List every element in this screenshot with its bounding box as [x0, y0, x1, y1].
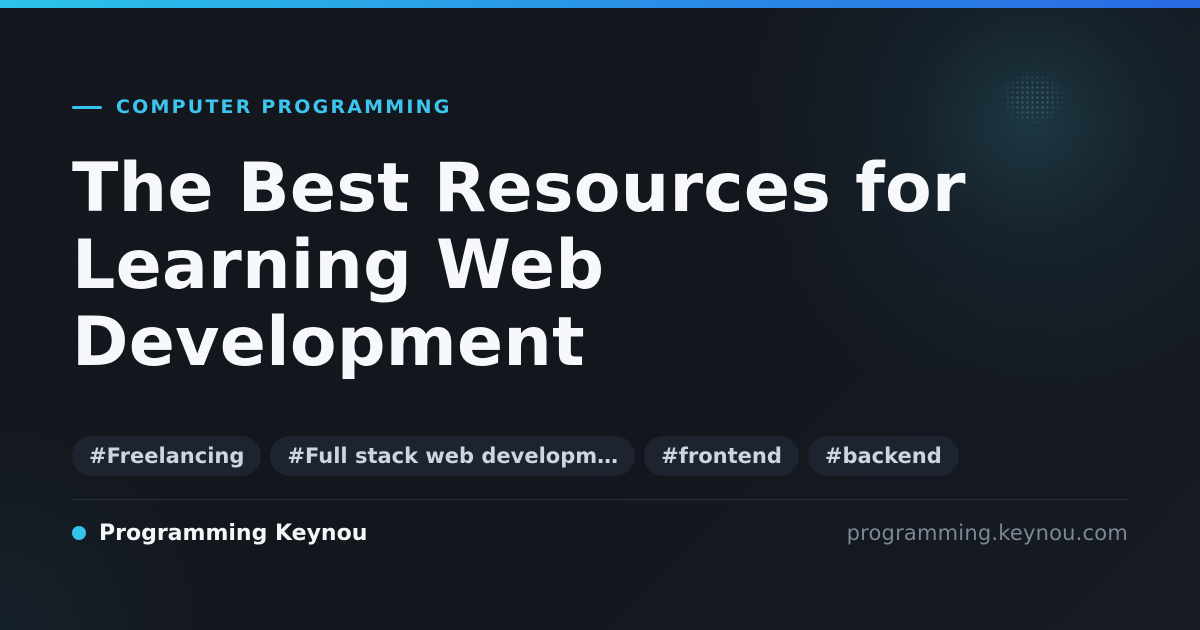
accent-dash-icon [72, 105, 102, 109]
tag-list: #Freelancing #Full stack web developm… #… [72, 436, 959, 476]
accent-top-bar [0, 0, 1200, 8]
title-line-3: Development [72, 303, 585, 382]
tag-frontend[interactable]: #frontend [644, 436, 799, 476]
brand-name: Programming Keynou [99, 520, 368, 546]
category-label: COMPUTER PROGRAMMING [116, 96, 452, 118]
footer-divider [72, 499, 1129, 500]
tag-freelancing[interactable]: #Freelancing [72, 436, 262, 476]
page-title: The Best Resources for Learning Web Develo… [72, 150, 1082, 381]
title-line-2: Learning Web [72, 226, 605, 305]
site-url[interactable]: programming.keynou.com [847, 519, 1128, 547]
tag-full-stack-web-development[interactable]: #Full stack web developm… [270, 436, 636, 476]
category-eyebrow: COMPUTER PROGRAMMING [72, 96, 452, 118]
brand: Programming Keynou [72, 519, 367, 547]
title-line-1: The Best Resources for [72, 149, 966, 228]
brand-dot-icon [72, 526, 86, 540]
share-card: COMPUTER PROGRAMMING The Best Resources … [0, 0, 1200, 630]
dot-pattern-decoration [1000, 70, 1066, 126]
tag-backend[interactable]: #backend [807, 436, 959, 476]
